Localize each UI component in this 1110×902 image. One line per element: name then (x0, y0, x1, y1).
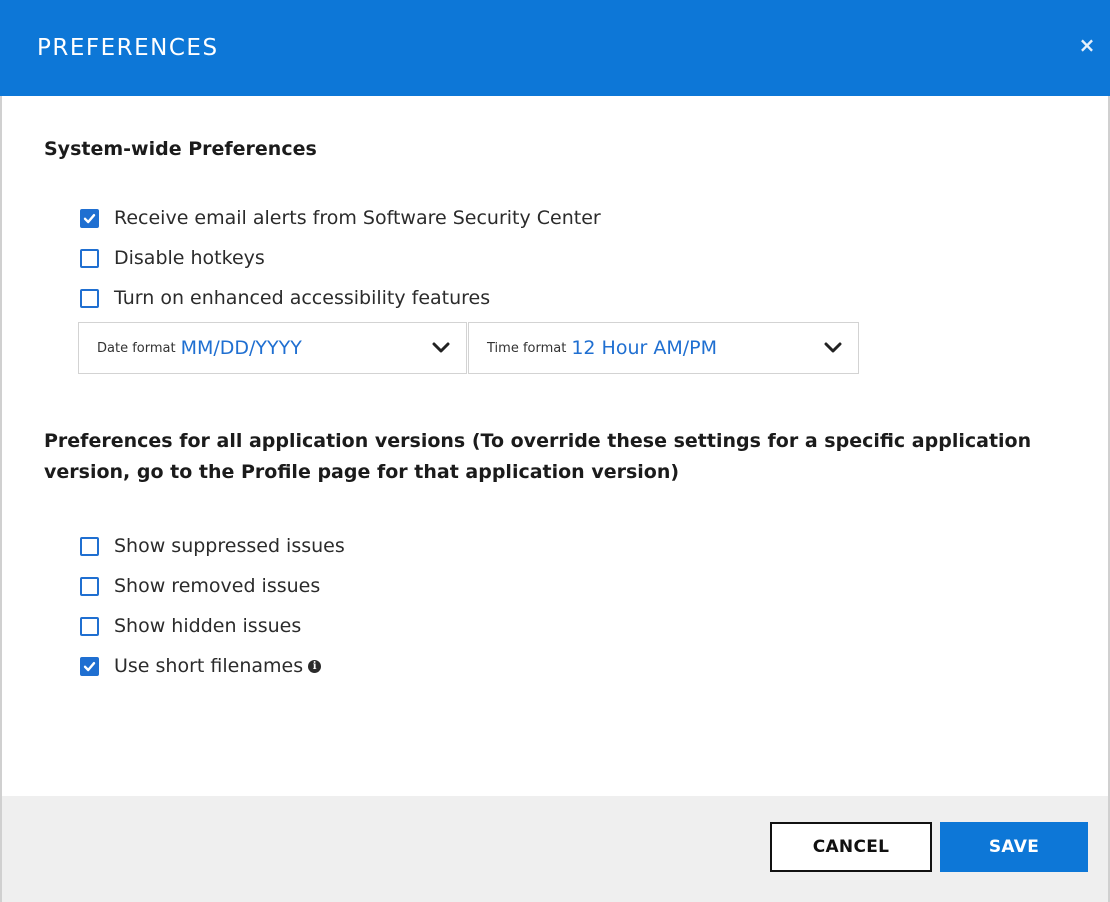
time-format-value: 12 Hour AM/PM (571, 337, 717, 359)
app-options-list: Show suppressed issues Show removed issu… (80, 526, 345, 686)
option-hidden-issues[interactable]: Show hidden issues (80, 606, 345, 646)
dialog-footer: CANCEL SAVE (2, 796, 1108, 902)
chevron-down-icon (432, 342, 450, 353)
option-accessibility[interactable]: Turn on enhanced accessibility features (80, 278, 601, 318)
option-suppressed-issues[interactable]: Show suppressed issues (80, 526, 345, 566)
checkbox-disable-hotkeys[interactable] (80, 248, 99, 268)
preferences-dialog: PREFERENCES × System-wide Preferences Re… (0, 0, 1110, 902)
dialog-header: PREFERENCES × (0, 0, 1110, 96)
option-label: Show suppressed issues (114, 535, 345, 557)
date-format-label: Date format (97, 340, 176, 356)
option-label: Receive email alerts from Software Secur… (114, 207, 601, 229)
dialog-title: PREFERENCES (37, 35, 219, 61)
checkbox-suppressed-issues[interactable] (80, 536, 99, 556)
info-icon[interactable]: i (308, 659, 322, 673)
time-format-label: Time format (487, 340, 567, 356)
system-options-list: Receive email alerts from Software Secur… (80, 198, 601, 318)
checkmark-icon (83, 661, 96, 671)
cancel-button[interactable]: CANCEL (770, 822, 932, 872)
option-label: Use short filenames (114, 655, 304, 677)
time-format-select[interactable]: Time format 12 Hour AM/PM (468, 322, 859, 374)
close-icon[interactable]: × (1076, 34, 1098, 56)
option-removed-issues[interactable]: Show removed issues (80, 566, 345, 606)
option-email-alerts[interactable]: Receive email alerts from Software Secur… (80, 198, 601, 238)
system-preferences-title: System-wide Preferences (44, 138, 317, 160)
checkmark-icon (83, 213, 96, 223)
checkbox-short-filenames[interactable] (80, 656, 99, 676)
option-short-filenames[interactable]: Use short filenames i (80, 646, 345, 686)
chevron-down-icon (824, 342, 842, 353)
option-label: Turn on enhanced accessibility features (114, 287, 491, 309)
checkbox-email-alerts[interactable] (80, 208, 99, 228)
app-versions-preferences-title: Preferences for all application versions… (44, 430, 1032, 483)
checkbox-removed-issues[interactable] (80, 576, 99, 596)
checkbox-accessibility[interactable] (80, 288, 99, 308)
save-button[interactable]: SAVE (940, 822, 1088, 872)
option-disable-hotkeys[interactable]: Disable hotkeys (80, 238, 601, 278)
checkbox-hidden-issues[interactable] (80, 616, 99, 636)
option-label: Disable hotkeys (114, 247, 265, 269)
date-format-select[interactable]: Date format MM/DD/YYYY (78, 322, 467, 374)
option-label: Show removed issues (114, 575, 321, 597)
date-format-value: MM/DD/YYYY (180, 337, 302, 359)
format-selects: Date format MM/DD/YYYY Time format 12 Ho… (78, 322, 859, 374)
option-label: Show hidden issues (114, 615, 302, 637)
